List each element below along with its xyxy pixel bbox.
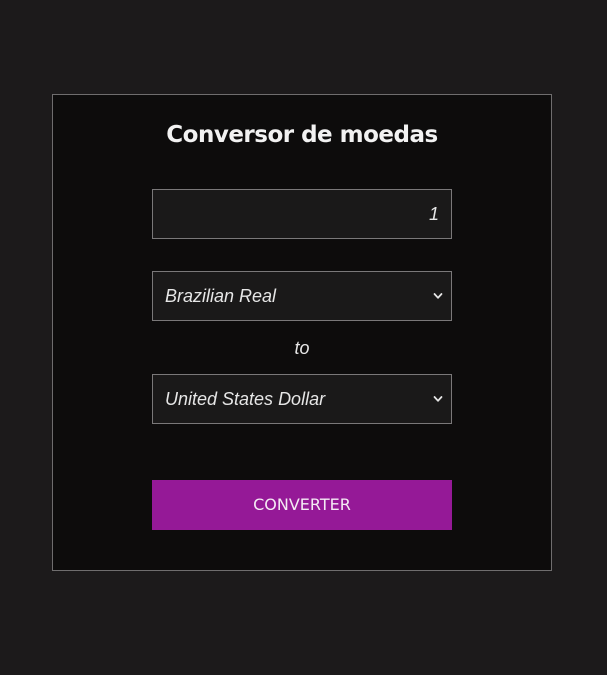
- chevron-down-icon: [433, 396, 443, 402]
- page-title: Conversor de moedas: [166, 122, 438, 148]
- from-currency-value: Brazilian Real: [165, 286, 277, 306]
- converter-card: Conversor de moedas 1 Brazilian Real to …: [52, 94, 552, 571]
- amount-value: 1: [428, 204, 439, 224]
- convert-button[interactable]: CONVERTER: [152, 480, 452, 530]
- to-currency-select[interactable]: United States Dollar: [152, 374, 452, 424]
- chevron-down-icon: [433, 293, 443, 299]
- to-label: to: [294, 338, 310, 358]
- amount-input[interactable]: 1: [152, 189, 452, 239]
- to-currency-value: United States Dollar: [165, 389, 326, 409]
- from-currency-select[interactable]: Brazilian Real: [152, 271, 452, 321]
